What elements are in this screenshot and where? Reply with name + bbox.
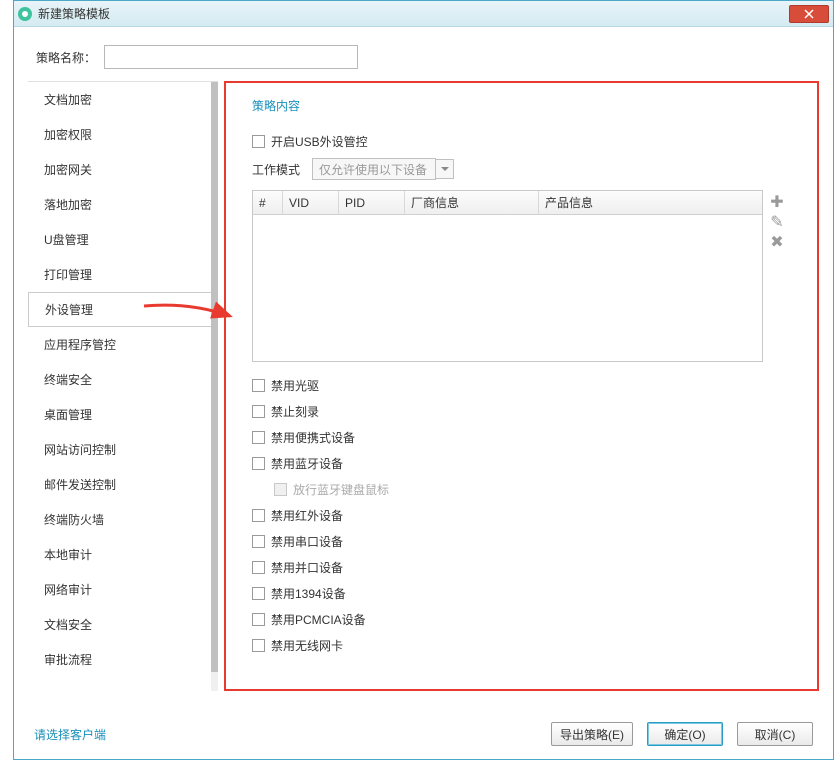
sidebar-item[interactable]: 应用程序管控 xyxy=(28,327,218,362)
checkbox-row[interactable]: 禁用光驱 xyxy=(252,372,785,398)
checkbox-label: 禁用串口设备 xyxy=(271,533,343,550)
checkbox-row[interactable]: 禁用串口设备 xyxy=(252,528,785,554)
table-col-header: VID xyxy=(283,191,339,214)
sidebar-item[interactable]: 文档加密 xyxy=(28,82,218,117)
checkbox-label: 禁用PCMCIA设备 xyxy=(271,611,366,628)
checkbox-row[interactable]: 禁止刻录 xyxy=(252,398,785,424)
sidebar-item[interactable]: 桌面管理 xyxy=(28,397,218,432)
table-actions: ✚ ✎ ✖ xyxy=(763,190,785,362)
close-button[interactable] xyxy=(789,5,829,23)
sidebar-item[interactable]: 加密网关 xyxy=(28,152,218,187)
checkbox-label: 禁用蓝牙设备 xyxy=(271,455,343,472)
work-mode-select[interactable]: 仅允许使用以下设备 xyxy=(312,158,436,180)
checkbox-icon xyxy=(252,457,265,470)
table-col-header: PID xyxy=(339,191,405,214)
sidebar-item[interactable]: U盘管理 xyxy=(28,222,218,257)
checkbox-row[interactable]: 禁用PCMCIA设备 xyxy=(252,606,785,632)
work-mode-row: 工作模式 仅允许使用以下设备 xyxy=(252,158,785,180)
sidebar-item[interactable]: 终端安全 xyxy=(28,362,218,397)
table-col-header: 产品信息 xyxy=(539,191,729,214)
work-mode-value: 仅允许使用以下设备 xyxy=(319,161,427,178)
checkbox-icon xyxy=(252,135,265,148)
device-table: #VIDPID厂商信息产品信息 xyxy=(252,190,763,362)
edit-row-icon[interactable]: ✎ xyxy=(769,212,785,232)
content-panel: 策略内容 开启USB外设管控 工作模式 仅允许使用以下设备 #VIDPID厂商信… xyxy=(224,81,819,691)
checkbox-icon xyxy=(252,561,265,574)
checkbox-icon xyxy=(252,535,265,548)
checkbox-icon xyxy=(252,639,265,652)
dropdown-arrow-icon[interactable] xyxy=(436,159,454,179)
checkbox-icon xyxy=(252,431,265,444)
sidebar-item[interactable]: 落地加密 xyxy=(28,187,218,222)
checkbox-icon xyxy=(274,483,287,496)
checkbox-row[interactable]: 禁用1394设备 xyxy=(252,580,785,606)
cancel-button[interactable]: 取消(C) xyxy=(737,722,813,746)
dialog-body: 策略名称： 文档加密加密权限加密网关落地加密U盘管理打印管理外设管理应用程序管控… xyxy=(14,27,833,691)
checkbox-label: 放行蓝牙键盘鼠标 xyxy=(293,481,389,498)
checkbox-label: 禁用并口设备 xyxy=(271,559,343,576)
usb-enable-row[interactable]: 开启USB外设管控 xyxy=(252,128,785,154)
ok-button[interactable]: 确定(O) xyxy=(647,722,723,746)
checkbox-icon xyxy=(252,405,265,418)
titlebar: 新建策略模板 xyxy=(14,1,833,27)
checkbox-row[interactable]: 禁用并口设备 xyxy=(252,554,785,580)
checkbox-row: 放行蓝牙键盘鼠标 xyxy=(252,476,785,502)
table-col-header: 厂商信息 xyxy=(405,191,539,214)
footer: 请选择客户端 导出策略(E) 确定(O) 取消(C) xyxy=(14,709,833,759)
checkbox-icon xyxy=(252,613,265,626)
checkbox-label: 禁用光驱 xyxy=(271,377,319,394)
sidebar-item[interactable]: 打印管理 xyxy=(28,257,218,292)
device-table-wrap: #VIDPID厂商信息产品信息 ✚ ✎ ✖ xyxy=(252,190,785,362)
sidebar-item[interactable]: 网站访问控制 xyxy=(28,432,218,467)
dialog-window: 新建策略模板 策略名称： 文档加密加密权限加密网关落地加密U盘管理打印管理外设管… xyxy=(13,0,834,760)
checkbox-label: 禁用便携式设备 xyxy=(271,429,355,446)
sidebar-item[interactable]: 邮件发送控制 xyxy=(28,467,218,502)
checkbox-label: 禁用红外设备 xyxy=(271,507,343,524)
policy-name-input[interactable] xyxy=(104,45,358,69)
checkbox-label: 禁用1394设备 xyxy=(271,585,346,602)
checkbox-row[interactable]: 禁用便携式设备 xyxy=(252,424,785,450)
main-area: 文档加密加密权限加密网关落地加密U盘管理打印管理外设管理应用程序管控终端安全桌面… xyxy=(28,81,819,691)
sidebar: 文档加密加密权限加密网关落地加密U盘管理打印管理外设管理应用程序管控终端安全桌面… xyxy=(28,81,218,691)
checkbox-label: 禁用无线网卡 xyxy=(271,637,343,654)
export-button[interactable]: 导出策略(E) xyxy=(551,722,633,746)
select-client-link[interactable]: 请选择客户端 xyxy=(34,726,106,743)
checkbox-row[interactable]: 禁用红外设备 xyxy=(252,502,785,528)
delete-row-icon[interactable]: ✖ xyxy=(769,232,785,252)
sidebar-item[interactable]: 网络审计 xyxy=(28,572,218,607)
section-title: 策略内容 xyxy=(252,97,785,114)
sidebar-item[interactable]: 加密权限 xyxy=(28,117,218,152)
table-col-header: # xyxy=(253,191,283,214)
usb-enable-label: 开启USB外设管控 xyxy=(271,133,368,150)
sidebar-item[interactable]: 文档安全 xyxy=(28,607,218,642)
checkbox-label: 禁止刻录 xyxy=(271,403,319,420)
sidebar-item[interactable]: 审批流程 xyxy=(28,642,218,677)
add-row-icon[interactable]: ✚ xyxy=(769,192,785,212)
policy-name-row: 策略名称： xyxy=(28,45,819,69)
checkbox-icon xyxy=(252,379,265,392)
app-icon xyxy=(18,7,32,21)
table-header: #VIDPID厂商信息产品信息 xyxy=(253,191,762,215)
checkbox-row[interactable]: 禁用蓝牙设备 xyxy=(252,450,785,476)
sidebar-item[interactable]: 终端防火墙 xyxy=(28,502,218,537)
sidebar-scrollbar[interactable] xyxy=(211,82,218,691)
sidebar-item[interactable]: 本地审计 xyxy=(28,537,218,572)
window-title: 新建策略模板 xyxy=(38,5,110,22)
work-mode-label: 工作模式 xyxy=(252,161,300,178)
policy-name-label: 策略名称： xyxy=(36,49,96,66)
checkbox-icon xyxy=(252,587,265,600)
checkbox-icon xyxy=(252,509,265,522)
sidebar-item[interactable]: 外设管理 xyxy=(28,292,218,327)
checkbox-row[interactable]: 禁用无线网卡 xyxy=(252,632,785,658)
